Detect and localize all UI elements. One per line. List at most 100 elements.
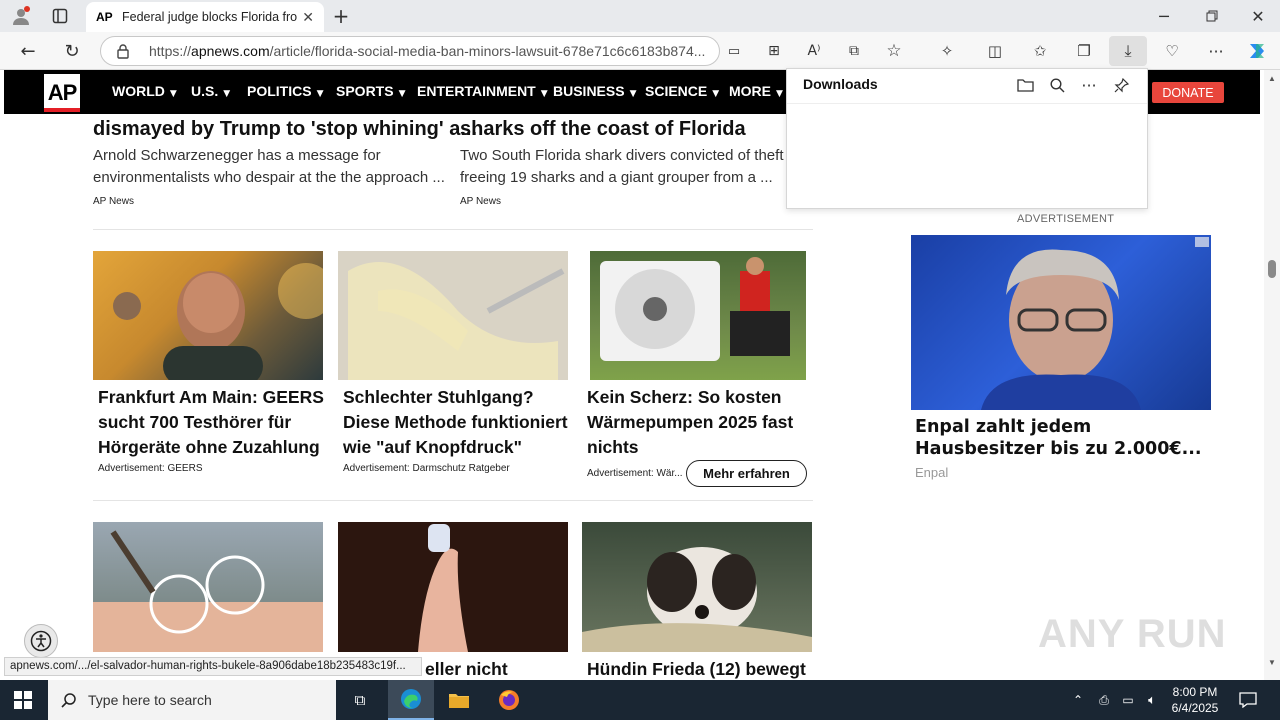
copilot-icon[interactable] xyxy=(1244,39,1270,63)
nav-label: U.S. xyxy=(191,83,219,99)
accessibility-icon[interactable] xyxy=(24,624,58,658)
show-hidden-icons-icon[interactable]: ⌃ xyxy=(1068,690,1088,710)
nav-label: SCIENCE xyxy=(645,83,708,99)
card-title[interactable]: eller nicht xyxy=(425,657,508,680)
card-image-hearing-aids[interactable] xyxy=(93,522,323,652)
downloads-panel: Downloads ··· xyxy=(786,68,1148,209)
card-image-banana[interactable] xyxy=(338,251,568,380)
advertisement-label: ADVERTISEMENT xyxy=(1017,213,1115,225)
article-headline[interactable]: dismayed by Trump to 'stop whining' a... xyxy=(93,118,477,141)
card-title[interactable]: Frankfurt Am Main: GEERS sucht 700 Testh… xyxy=(98,385,324,460)
page-scrollbar[interactable]: ▲ ▼ xyxy=(1264,70,1280,680)
settings-more-icon[interactable]: ··· xyxy=(1204,40,1228,62)
nav-politics[interactable]: POLITICS ▼ xyxy=(247,83,323,99)
favorite-star-icon[interactable]: ☆ xyxy=(882,40,906,62)
file-explorer-icon[interactable] xyxy=(446,688,472,712)
mehr-erfahren-button[interactable]: Mehr erfahren xyxy=(686,460,807,487)
nav-label: BUSINESS xyxy=(553,83,625,99)
restore-icon[interactable] xyxy=(1198,4,1226,28)
wifi-icon[interactable]: ▭ xyxy=(1118,690,1138,710)
downloads-icon[interactable]: ⤓ xyxy=(1109,36,1147,66)
lock-icon[interactable] xyxy=(115,43,131,59)
clock-time: 8:00 PM xyxy=(1172,685,1218,699)
volume-icon[interactable]: 🔈︎ xyxy=(1142,690,1162,710)
back-icon[interactable]: ← xyxy=(14,37,42,65)
card-ad-label: Advertisement: Wär... xyxy=(587,468,683,479)
scroll-up-icon[interactable]: ▲ xyxy=(1268,74,1276,83)
nav-world[interactable]: WORLD ▼ xyxy=(112,83,177,99)
scrollbar-thumb[interactable] xyxy=(1268,260,1276,278)
article-source: AP News xyxy=(460,196,501,207)
card-image-heatpump[interactable] xyxy=(590,251,806,380)
browser-essentials-icon[interactable]: ♡ xyxy=(1160,40,1184,62)
card-image-dog[interactable] xyxy=(582,522,812,652)
close-window-icon[interactable]: ✕ xyxy=(1244,4,1272,28)
sidebar-ad-image[interactable] xyxy=(911,235,1211,410)
cast-icon[interactable]: ▭ xyxy=(722,40,746,62)
read-aloud-icon[interactable]: A⁾ xyxy=(802,40,826,62)
sidebar-ad-title[interactable]: Enpal zahlt jedem Hausbesitzer bis zu 2.… xyxy=(915,416,1202,460)
article-desc: environmentalists who despair at the the… xyxy=(93,169,445,186)
article-desc: Arnold Schwarzenegger has a message for xyxy=(93,147,381,164)
card-image-foot[interactable] xyxy=(338,522,568,652)
open-folder-icon[interactable] xyxy=(1013,73,1037,97)
tab-title: Federal judge blocks Florida from xyxy=(122,10,297,24)
nav-more[interactable]: MORE ▼ xyxy=(729,83,783,99)
card-title-line: Hörgeräte ohne Zuzahlung xyxy=(98,437,320,457)
taskbar-clock[interactable]: 8:00 PM 6/4/2025 xyxy=(1166,684,1224,716)
article-headline[interactable]: sharks off the coast of Florida xyxy=(460,118,746,141)
card-title-line: Kein Scherz: So kosten xyxy=(587,387,782,407)
chevron-down-icon: ▼ xyxy=(776,89,783,99)
ap-favicon-icon: AP xyxy=(96,10,113,24)
card-ad-label: Advertisement: GEERS xyxy=(98,463,203,474)
collections-icon[interactable]: ❐ xyxy=(1072,40,1096,62)
search-icon xyxy=(60,691,78,709)
favorites-icon[interactable]: ✩ xyxy=(1028,40,1052,62)
sidebar-ad-title-line: Hausbesitzer bis zu 2.000€... xyxy=(915,439,1202,459)
active-tab[interactable]: AP Federal judge blocks Florida from ✕ xyxy=(86,2,324,32)
nav-entertainment[interactable]: ENTERTAINMENT ▼ xyxy=(417,83,548,99)
nav-science[interactable]: SCIENCE ▼ xyxy=(645,83,719,99)
taskbar-search-box[interactable]: Type here to search xyxy=(48,680,336,720)
profile-icon[interactable] xyxy=(8,4,34,28)
taskbar-search-placeholder: Type here to search xyxy=(88,692,212,708)
nav-business[interactable]: BUSINESS ▼ xyxy=(553,83,637,99)
search-icon[interactable] xyxy=(1045,73,1069,97)
more-options-icon[interactable]: ··· xyxy=(1077,73,1101,97)
split-screen-icon[interactable]: ◫ xyxy=(983,40,1007,62)
immersive-reader-icon[interactable]: ⧉ xyxy=(842,40,866,62)
donate-button[interactable]: DONATE xyxy=(1152,82,1224,103)
edge-taskbar-icon[interactable] xyxy=(388,680,434,720)
task-view-icon[interactable]: ⧉ xyxy=(348,689,372,711)
link-status-bar: apnews.com/.../el-salvador-human-rights-… xyxy=(4,657,422,676)
scroll-down-icon[interactable]: ▼ xyxy=(1268,658,1276,667)
nav-label: WORLD xyxy=(112,83,165,99)
card-title-line: Frankfurt Am Main: GEERS xyxy=(98,387,324,407)
url-text[interactable]: https://apnews.com/article/florida-socia… xyxy=(149,43,709,59)
card-title[interactable]: Schlechter Stuhlgang? Diese Methode funk… xyxy=(343,385,568,460)
ap-logo[interactable]: AP xyxy=(44,74,80,112)
pin-icon[interactable] xyxy=(1109,73,1133,97)
apps-icon[interactable]: ⊞ xyxy=(762,40,786,62)
card-image-man[interactable] xyxy=(93,251,323,380)
close-tab-icon[interactable]: ✕ xyxy=(302,9,314,26)
card-title-line: Wärmepumpen 2025 fast xyxy=(587,412,794,432)
firefox-icon[interactable] xyxy=(496,688,522,712)
card-title[interactable]: Kein Scherz: So kosten Wärmepumpen 2025 … xyxy=(587,385,793,460)
new-tab-icon[interactable]: + xyxy=(330,4,352,28)
nav-sports[interactable]: SPORTS ▼ xyxy=(336,83,406,99)
tab-actions-icon[interactable] xyxy=(48,6,72,26)
minimize-icon[interactable]: ─ xyxy=(1150,4,1178,28)
notifications-icon[interactable] xyxy=(1236,689,1260,711)
chevron-down-icon: ▼ xyxy=(398,89,406,99)
card-title[interactable]: Hündin Frieda (12) bewegt xyxy=(587,657,806,680)
nav-label: POLITICS xyxy=(247,83,312,99)
windows-start-icon[interactable] xyxy=(12,690,34,710)
refresh-icon[interactable]: ↻ xyxy=(58,37,86,65)
network-icon[interactable]: ⎙ xyxy=(1094,690,1114,710)
card-title-line: eller nicht xyxy=(425,659,508,679)
address-bar[interactable]: https://apnews.com/article/florida-socia… xyxy=(100,36,720,66)
nav-us[interactable]: U.S. ▼ xyxy=(191,83,230,99)
extensions-icon[interactable]: ✧ xyxy=(935,40,959,62)
nav-label: ENTERTAINMENT xyxy=(417,83,536,99)
